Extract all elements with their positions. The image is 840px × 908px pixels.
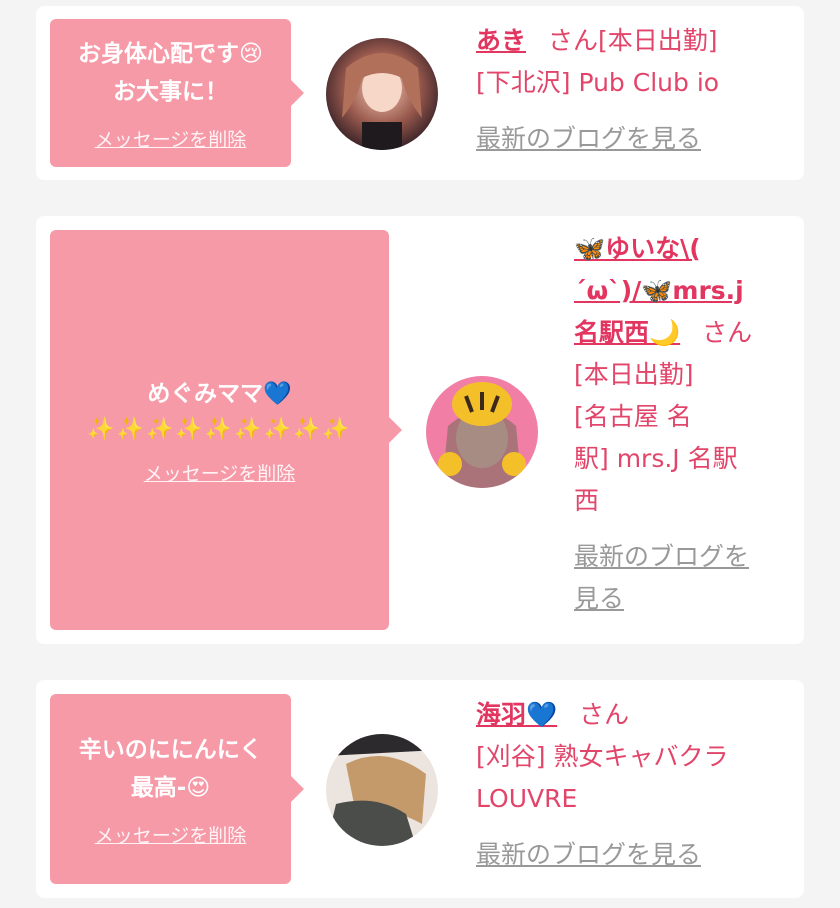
shop-name: [下北沢] Pub Club io [476, 68, 720, 97]
message-line: お大事に！ [113, 78, 228, 105]
latest-blog-link[interactable]: 最新のブログを見る [476, 118, 701, 160]
message-line: 最高-😍 [130, 774, 211, 801]
avatar-photo [326, 38, 438, 150]
avatar-photo [326, 734, 438, 846]
girl-name-link-cont[interactable]: 名駅西🌙 [574, 318, 680, 347]
honorific: さん [702, 318, 753, 347]
message-line: 辛いのににんにく [78, 736, 263, 763]
message-line: めぐみママ💙 [147, 380, 292, 407]
delete-message-link[interactable]: メッセージを削除 [95, 125, 247, 152]
latest-blog-link[interactable]: 最新のブログを [574, 536, 749, 578]
shop-name-cont: 駅] mrs.J 名駅 [574, 444, 738, 473]
girl-info: あき さん[本日出勤] [下北沢] Pub Club io 最新のブログを見る [476, 20, 796, 160]
avatar[interactable] [326, 38, 438, 150]
shop-name: [刈谷] 熟女キャバクラ [476, 742, 729, 771]
sparkle-line: ✨✨✨✨✨✨✨✨✨ [87, 416, 352, 442]
shop-name-cont: 西 [574, 486, 600, 515]
favorite-card-2: めぐみママ💙 ✨✨✨✨✨✨✨✨✨ メッセージを削除 🦋ゆいな\( ´ω`)/🦋m… [36, 216, 804, 644]
avatar[interactable] [326, 734, 438, 846]
girl-info: 🦋ゆいな\( ´ω`)/🦋mrs.j 名駅西🌙 さん [本日出勤] [名古屋 名 … [574, 228, 798, 620]
delete-message-link[interactable]: メッセージを削除 [144, 459, 296, 486]
girl-name-link-cont[interactable]: ´ω`)/🦋mrs.j [574, 276, 744, 305]
message-bubble: 辛いのににんにく 最高-😍 メッセージを削除 [50, 694, 304, 884]
girl-name-link[interactable]: あき [476, 26, 526, 55]
message-line: お身体心配です😢 [78, 40, 263, 67]
girl-name-link[interactable]: 🦋ゆいな\( [574, 234, 701, 263]
shop-name: [名古屋 名 [574, 402, 692, 431]
avatar-photo [426, 376, 538, 488]
delete-message-link[interactable]: メッセージを削除 [95, 821, 247, 848]
latest-blog-link[interactable]: 最新のブログを見る [476, 834, 701, 876]
favorite-card-3: 辛いのににんにく 最高-😍 メッセージを削除 海羽💙 さん [刈谷] 熟女キャバク… [36, 680, 804, 898]
favorite-card-1: お身体心配です😢 お大事に！ メッセージを削除 あき さん[本日出勤] [下北沢]… [36, 6, 804, 180]
honorific: さん [579, 700, 630, 729]
avatar[interactable] [426, 376, 538, 488]
girl-info: 海羽💙 さん [刈谷] 熟女キャバクラ LOUVRE 最新のブログを見る [476, 694, 796, 876]
girl-name-link[interactable]: 海羽💙 [476, 700, 557, 729]
shop-name-cont: LOUVRE [476, 784, 578, 813]
honorific: さん [548, 26, 599, 55]
message-bubble: お身体心配です😢 お大事に！ メッセージを削除 [50, 19, 304, 167]
latest-blog-link-cont[interactable]: 見る [574, 578, 624, 620]
message-bubble: めぐみママ💙 ✨✨✨✨✨✨✨✨✨ メッセージを削除 [50, 230, 402, 630]
status-label: [本日出勤] [574, 360, 694, 389]
status-label: [本日出勤] [598, 26, 718, 55]
